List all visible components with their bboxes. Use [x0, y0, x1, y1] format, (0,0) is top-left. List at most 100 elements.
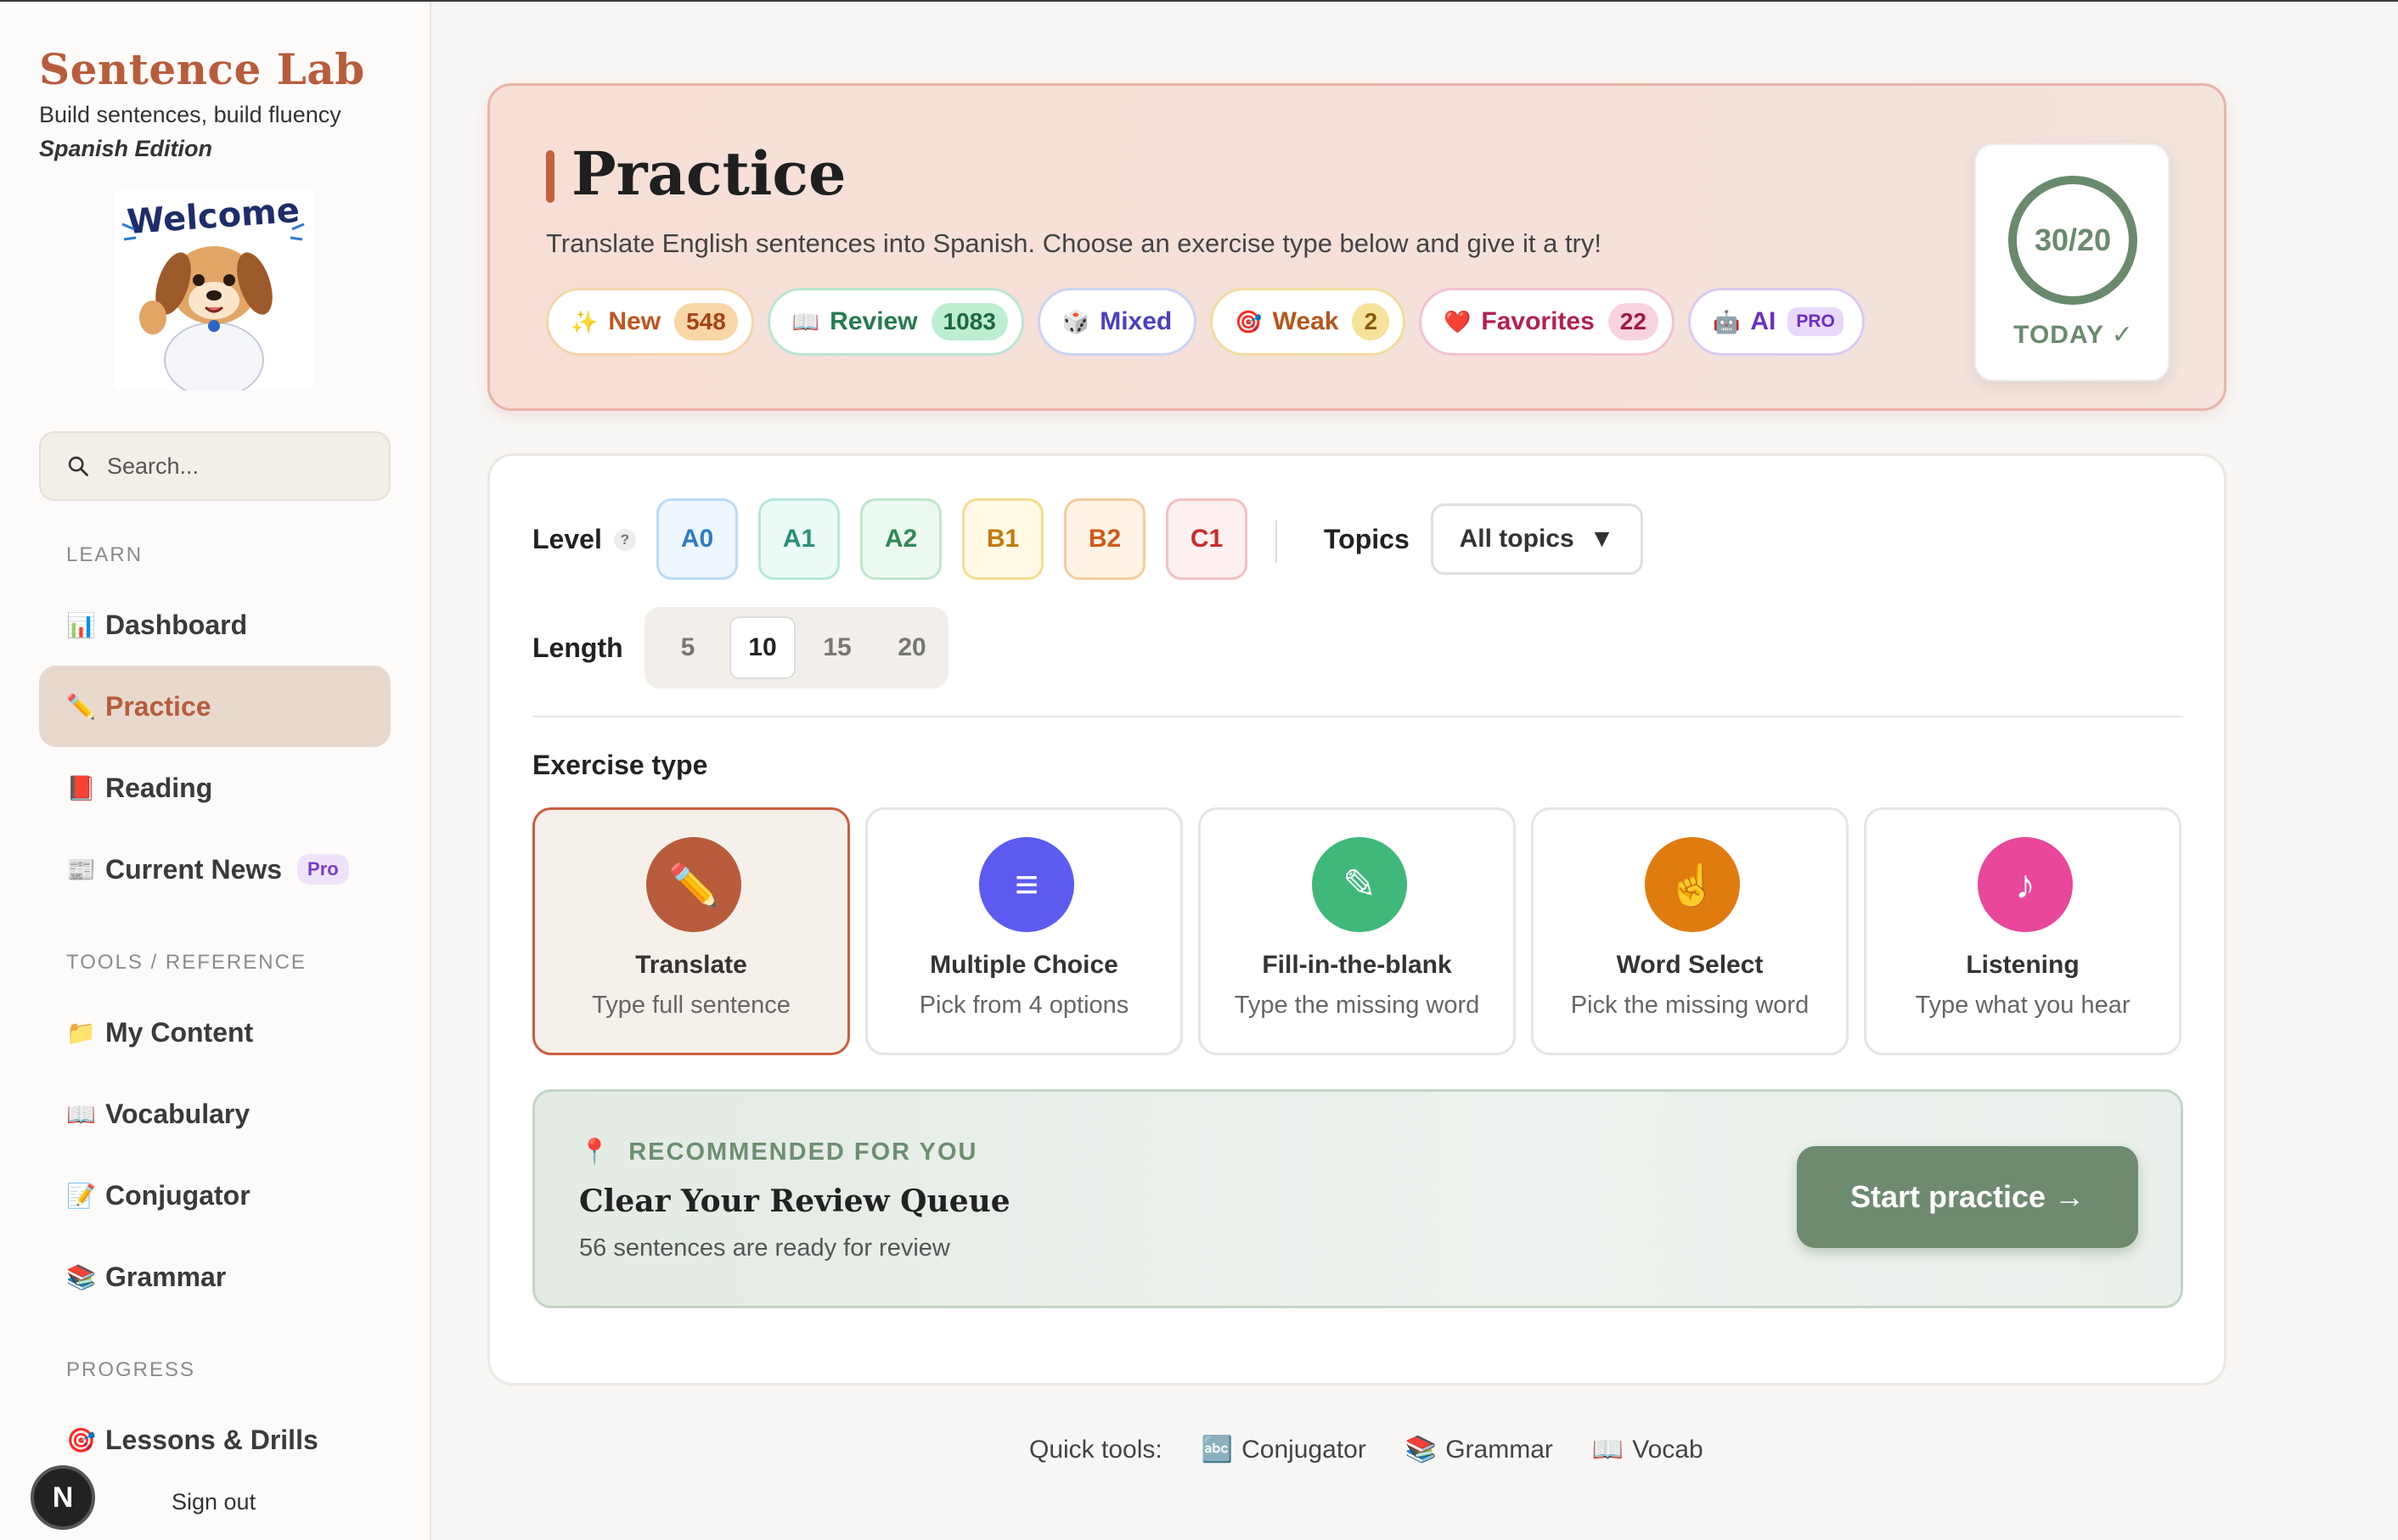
divider	[1275, 520, 1277, 563]
level-c1-button[interactable]: C1	[1166, 498, 1247, 580]
level-a2-button[interactable]: A2	[860, 498, 942, 580]
recommendation-label-text: RECOMMENDED FOR YOU	[628, 1138, 978, 1166]
pencil-icon: ✏️	[66, 693, 96, 720]
level-a0-button[interactable]: A0	[656, 498, 738, 580]
heart-icon: ❤️	[1444, 308, 1472, 334]
pill-label: Weak	[1272, 307, 1339, 335]
pill-weak[interactable]: 🎯 Weak 2	[1210, 288, 1406, 356]
books-icon: 📚	[66, 1263, 96, 1290]
divider	[532, 716, 2183, 717]
daily-goal-label: TODAY ✓	[2013, 321, 2134, 349]
pill-label: AI	[1750, 307, 1776, 335]
pill-mixed[interactable]: 🎲 Mixed	[1037, 288, 1197, 356]
quick-tool-label: Grammar	[1445, 1435, 1553, 1464]
pill-count: 548	[674, 303, 738, 340]
target-icon: 🎯	[1235, 308, 1263, 334]
caret-down-icon: ▼	[1589, 525, 1615, 553]
quick-tool-vocab[interactable]: 📖 Vocab	[1592, 1435, 1703, 1464]
sidebar-item-conjugator[interactable]: 📝 Conjugator	[39, 1155, 391, 1236]
pill-favorites[interactable]: ❤️ Favorites 22	[1419, 288, 1675, 356]
search-box[interactable]	[39, 431, 391, 501]
exercise-name: Multiple Choice	[930, 951, 1118, 979]
memo-icon: 📝	[66, 1182, 96, 1209]
page-subtitle: Translate English sentences into Spanish…	[546, 228, 1601, 258]
pill-label: Review	[830, 307, 918, 335]
recommendation-subtitle: 56 sentences are ready for review	[579, 1234, 950, 1262]
sidebar-item-reading[interactable]: 📕 Reading	[39, 747, 391, 829]
sidebar-item-my-content[interactable]: 📁 My Content	[39, 992, 391, 1073]
pointing-finger-icon: ☝️	[1645, 837, 1740, 932]
sidebar-item-grammar[interactable]: 📚 Grammar	[39, 1236, 391, 1318]
length-10-option[interactable]: 10	[729, 616, 796, 679]
quick-tool-label: Vocab	[1632, 1435, 1703, 1464]
level-b2-button[interactable]: B2	[1064, 498, 1146, 580]
exercise-listening-card[interactable]: ♪ Listening Type what you hear	[1864, 807, 2181, 1055]
help-icon[interactable]: ?	[614, 529, 636, 551]
exercise-translate-card[interactable]: ✏️ Translate Type full sentence	[532, 807, 850, 1055]
sidebar-item-label: Current News	[105, 853, 283, 885]
sidebar-item-label: Practice	[105, 690, 211, 722]
recommendation-label: 📍 RECOMMENDED FOR YOU	[579, 1138, 978, 1166]
exercise-description: Type what you hear	[1915, 992, 2131, 1019]
length-label: Length	[532, 632, 623, 663]
pill-count: 2	[1352, 303, 1390, 340]
length-15-option[interactable]: 15	[804, 616, 870, 679]
exercise-name: Listening	[1966, 951, 2080, 979]
sidebar-item-label: Reading	[105, 772, 213, 803]
sign-out-link[interactable]: Sign out	[172, 1489, 256, 1515]
user-avatar[interactable]: N	[31, 1465, 95, 1530]
sidebar-item-practice[interactable]: ✏️ Practice	[39, 666, 391, 747]
quick-tool-conjugator[interactable]: 🔤 Conjugator	[1202, 1435, 1366, 1464]
start-practice-button[interactable]: Start practice →	[1797, 1146, 2138, 1248]
sparkles-icon: ✨	[571, 308, 599, 334]
sidebar: Sentence Lab Build sentences, build flue…	[0, 2, 431, 1540]
brand-subtitle: Build sentences, build fluency	[39, 102, 341, 127]
topics-dropdown[interactable]: All topics ▼	[1431, 503, 1643, 575]
open-book-icon: 📖	[66, 1100, 96, 1127]
exercise-name: Word Select	[1616, 951, 1764, 979]
sidebar-item-current-news[interactable]: 📰 Current News Pro	[39, 829, 391, 910]
exercise-word-select-card[interactable]: ☝️ Word Select Pick the missing word	[1531, 807, 1849, 1055]
chart-icon: 📊	[66, 611, 96, 638]
length-20-option[interactable]: 20	[879, 616, 945, 679]
length-5-option[interactable]: 5	[655, 616, 721, 679]
pill-ai[interactable]: 🤖 AI PRO	[1687, 288, 1865, 356]
exercise-fill-blank-card[interactable]: ✎ Fill-in-the-blank Type the missing wor…	[1198, 807, 1516, 1055]
brand-edition: Spanish Edition	[39, 136, 213, 161]
pill-review[interactable]: 📖 Review 1083	[767, 288, 1024, 356]
dice-icon: 🎲	[1061, 308, 1090, 334]
sidebar-item-label: My Content	[105, 1016, 254, 1048]
topics-value: All topics	[1459, 525, 1574, 553]
sidebar-item-dashboard[interactable]: 📊 Dashboard	[39, 584, 391, 666]
target-icon: 🎯	[66, 1426, 96, 1453]
book-icon: 📕	[66, 774, 96, 801]
exercise-description: Type the missing word	[1234, 992, 1480, 1019]
length-selector: 5 10 15 20	[645, 607, 949, 689]
open-book-icon: 📖	[791, 308, 820, 334]
pill-new[interactable]: ✨ New 548	[546, 288, 754, 356]
practice-settings-card: Level ? A0 A1 A2 B1 B2 C1 Topics All top…	[487, 453, 2226, 1385]
title-accent-bar	[546, 150, 554, 203]
pill-count: 1083	[931, 303, 1008, 340]
recommendation-banner: 📍 RECOMMENDED FOR YOU Clear Your Review …	[532, 1089, 2183, 1308]
books-icon: 📚	[1404, 1436, 1438, 1464]
pro-badge: Pro	[297, 854, 349, 885]
robot-icon: 🤖	[1712, 308, 1741, 334]
sidebar-item-vocabulary[interactable]: 📖 Vocabulary	[39, 1073, 391, 1155]
level-b1-button[interactable]: B1	[962, 498, 1044, 580]
pin-icon: 📍	[579, 1138, 612, 1166]
sidebar-item-label: Grammar	[105, 1261, 227, 1292]
section-label-tools: TOOLS / REFERENCE	[66, 951, 307, 974]
level-a1-button[interactable]: A1	[758, 498, 840, 580]
sidebar-item-lessons-drills[interactable]: 🎯 Lessons & Drills	[39, 1399, 391, 1481]
pro-badge: PRO	[1787, 307, 1844, 336]
open-book-icon: 📖	[1591, 1436, 1624, 1464]
exercise-multiple-choice-card[interactable]: ≡ Multiple Choice Pick from 4 options	[865, 807, 1183, 1055]
section-label-learn: LEARN	[66, 543, 144, 566]
brand-title: Sentence Lab	[39, 44, 365, 94]
exercise-type-title: Exercise type	[532, 750, 708, 780]
quick-tool-grammar[interactable]: 📚 Grammar	[1405, 1435, 1553, 1464]
search-input[interactable]	[107, 452, 379, 480]
list-icon: ≡	[979, 837, 1074, 932]
quick-tools: Quick tools: 🔤 Conjugator 📚 Grammar 📖 Vo…	[1029, 1435, 1703, 1464]
